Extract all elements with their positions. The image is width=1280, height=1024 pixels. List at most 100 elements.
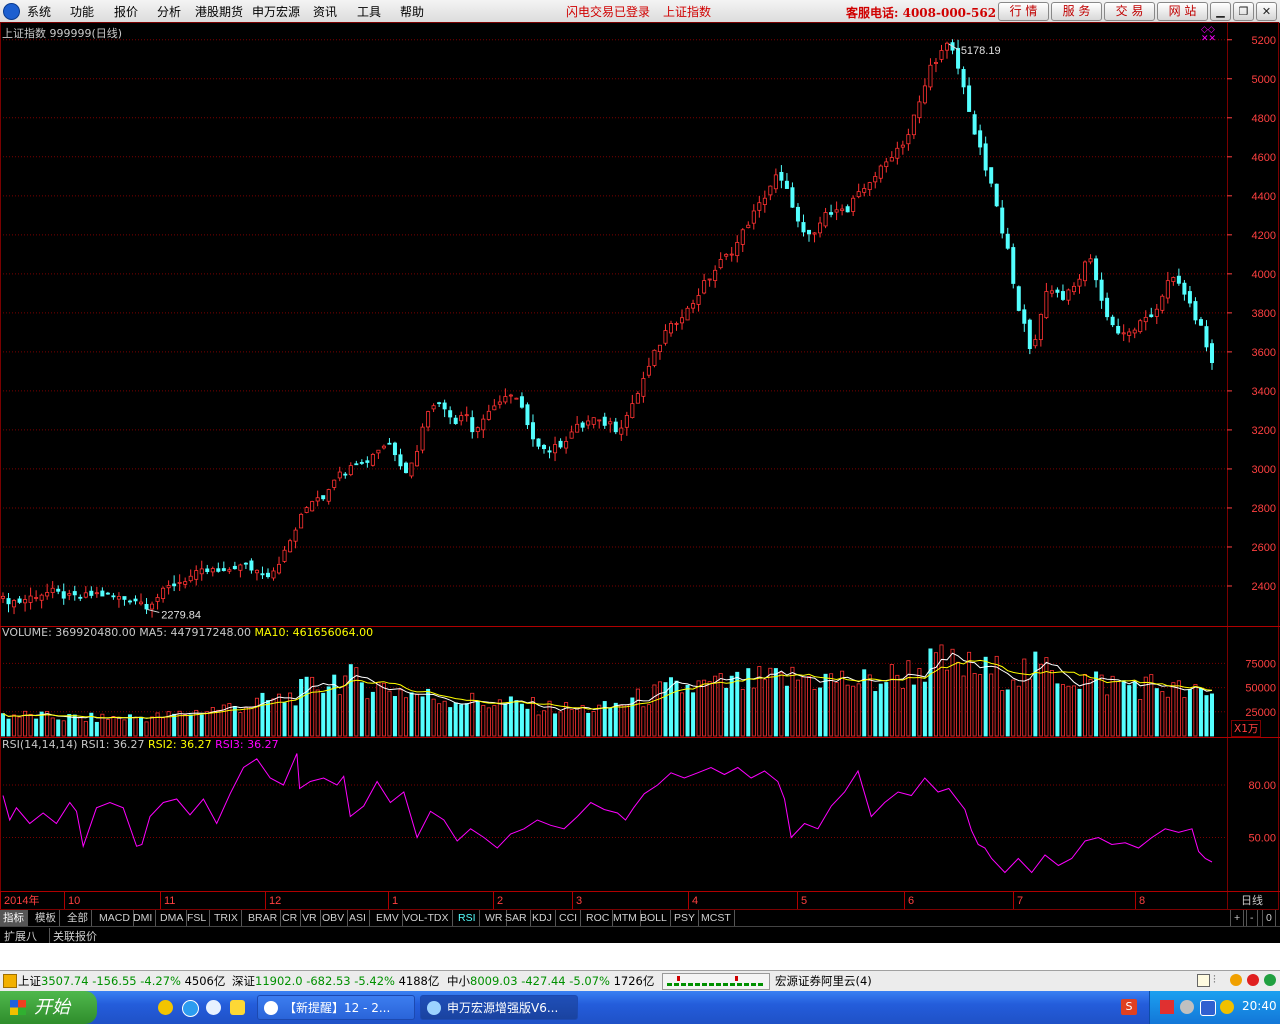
message-icon[interactable]	[1197, 974, 1210, 987]
candle-body	[1016, 286, 1021, 311]
service-button[interactable]: 服 务	[1051, 2, 1102, 21]
taskbar-item-browser[interactable]: 【新提醒】12 - 2...	[257, 995, 415, 1020]
minimize-icon[interactable]: ▁	[1210, 2, 1231, 21]
volume-bar	[652, 684, 657, 737]
menu-quote[interactable]: 报价	[114, 3, 138, 20]
zoom-in-button[interactable]: +	[1230, 910, 1245, 926]
candle-body	[288, 540, 293, 553]
candle-body	[83, 592, 88, 598]
tab-vr[interactable]: VR	[299, 910, 321, 926]
alert-icon[interactable]	[3, 974, 17, 988]
market-breadth-indicator	[662, 973, 770, 990]
notification-icon[interactable]	[1230, 974, 1242, 986]
sogou-input-icon[interactable]: S	[1121, 999, 1137, 1015]
volume-bar	[729, 675, 734, 737]
candle-body	[586, 420, 591, 426]
tab-emv[interactable]: EMV	[373, 910, 403, 926]
website-button[interactable]: 网 站	[1157, 2, 1208, 21]
status-ok-icon[interactable]	[1264, 974, 1276, 986]
chart-area[interactable]: 2400 2600 2800 3000 3200 3400 3600 3800 4000 4200…	[0, 22, 1280, 910]
start-button[interactable]: 开始	[0, 991, 97, 1024]
tab-template[interactable]: 模板	[32, 910, 60, 926]
tab-cci[interactable]: CCI	[556, 910, 582, 926]
candle-body	[370, 454, 375, 466]
quicklaunch-icon-3[interactable]	[206, 1000, 221, 1015]
volume-bar	[243, 707, 248, 737]
candle-body	[829, 212, 834, 215]
app-logo-icon[interactable]	[3, 3, 20, 20]
stop-icon[interactable]	[1247, 974, 1259, 986]
candle-body	[1033, 339, 1038, 347]
time-tick-label: 8	[1139, 895, 1145, 907]
candle-body	[900, 144, 905, 148]
tab-psy[interactable]: PSY	[671, 910, 700, 926]
tray-icon-audio[interactable]	[1180, 1000, 1194, 1014]
candle-body	[818, 222, 823, 234]
tab-obv[interactable]: OBV	[319, 910, 349, 926]
volume-bar	[812, 688, 817, 737]
tab-dmi[interactable]: DMI	[130, 910, 157, 926]
menu-tools[interactable]: 工具	[357, 3, 381, 20]
volume-bar	[608, 707, 613, 737]
tab-cr[interactable]: CR	[279, 910, 302, 926]
candle-body	[657, 344, 662, 353]
tab-kdj[interactable]: KDJ	[529, 910, 556, 926]
tab-trix[interactable]: TRIX	[211, 910, 242, 926]
candle-body	[994, 183, 999, 207]
tray-icon-shield[interactable]	[1200, 1000, 1216, 1016]
tab-mcst[interactable]: MCST	[698, 910, 735, 926]
menu-info[interactable]: 资讯	[313, 3, 337, 20]
tray-icon-flag[interactable]	[1160, 1000, 1174, 1014]
tab-indicator[interactable]: 指标	[0, 910, 28, 926]
quicklaunch-icon-4[interactable]	[230, 1000, 245, 1015]
volume-bar	[1033, 651, 1038, 737]
price-tick-label: 5000	[1252, 74, 1276, 86]
kline-chart[interactable]: 2400 2600 2800 3000 3200 3400 3600 3800 4000 4200…	[0, 22, 1280, 910]
menu-swhy[interactable]: 申万宏源	[252, 3, 300, 20]
tab-sar[interactable]: SAR	[502, 910, 531, 926]
reset-button[interactable]: 0	[1262, 910, 1276, 926]
volume-bar	[707, 681, 712, 737]
tab-macd[interactable]: MACD	[96, 910, 134, 926]
tab-fsl[interactable]: FSL	[184, 910, 211, 926]
signal-icon[interactable]: ⫶	[1213, 973, 1216, 987]
ext-tab-related-quote[interactable]: 关联报价	[49, 928, 97, 944]
volume-bar	[348, 664, 353, 737]
candle-body	[1088, 258, 1093, 263]
quicklaunch-icon-1[interactable]	[158, 1000, 173, 1015]
candle-body	[1022, 309, 1027, 324]
tab-all[interactable]: 全部	[64, 910, 92, 926]
zoom-out-button[interactable]: -	[1246, 910, 1258, 926]
tab-roc[interactable]: ROC	[583, 910, 614, 926]
menu-function[interactable]: 功能	[70, 3, 94, 20]
broker-server[interactable]: 宏源证券阿里云(4)	[775, 973, 872, 989]
quicklaunch-icon-2[interactable]	[182, 1000, 199, 1017]
menu-analysis[interactable]: 分析	[157, 3, 181, 20]
candle-body	[116, 596, 121, 600]
market-button[interactable]: 行 情	[998, 2, 1049, 21]
volume-bar	[1171, 682, 1176, 737]
tab-voltdx[interactable]: VOL-TDX	[400, 910, 453, 926]
tab-brar[interactable]: BRAR	[245, 910, 282, 926]
candle-body	[972, 114, 977, 135]
ext-tab-8[interactable]: 扩展八	[4, 928, 37, 944]
close-icon[interactable]: ✕	[1256, 2, 1277, 21]
price-tick-label: 3200	[1252, 425, 1276, 437]
trade-button[interactable]: 交 易	[1104, 2, 1155, 21]
tray-icon-plus[interactable]	[1220, 1000, 1234, 1014]
restore-icon[interactable]: ❐	[1233, 2, 1254, 21]
menu-system[interactable]: 系统	[27, 3, 51, 20]
tab-asi[interactable]: ASI	[346, 910, 370, 926]
tab-rsi[interactable]: RSI	[455, 910, 480, 926]
candle-body	[933, 62, 938, 64]
candle-body	[983, 143, 988, 171]
menu-help[interactable]: 帮助	[400, 3, 424, 20]
volume-bar	[807, 676, 812, 737]
menu-hk-futures[interactable]: 港股期货	[195, 3, 243, 20]
taskbar-item-swhy[interactable]: 申万宏源增强版V6...	[420, 995, 578, 1020]
period-label[interactable]: 日线	[1241, 892, 1263, 908]
tab-dma[interactable]: DMA	[157, 910, 188, 926]
volume-bar	[78, 717, 83, 737]
chart-tool-icon[interactable]: ◇◇ ✕✕	[1201, 26, 1216, 44]
tab-boll[interactable]: BOLL	[637, 910, 671, 926]
